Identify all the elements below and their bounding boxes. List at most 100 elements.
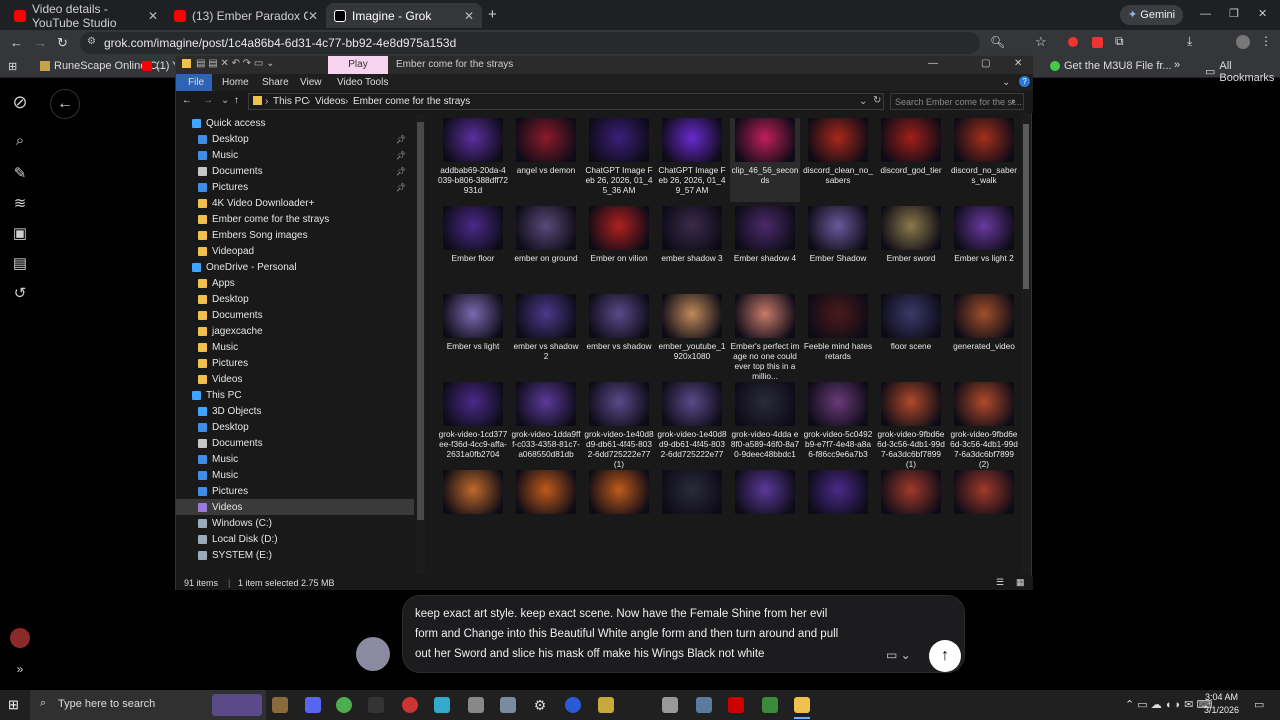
- minimize-icon[interactable]: —: [1200, 8, 1211, 20]
- file-item[interactable]: [657, 470, 727, 554]
- zoom-icon[interactable]: 🔍︎: [990, 35, 1005, 49]
- file-item[interactable]: [949, 470, 1018, 554]
- file-item[interactable]: grok-video-9fbd6e6d-3c56-4db1-99d7-6a3dc…: [876, 382, 946, 469]
- nav-item[interactable]: Music: [176, 451, 414, 467]
- bookmark-star-icon[interactable]: ☆: [1035, 34, 1047, 50]
- file-explorer-app-icon[interactable]: [794, 697, 810, 713]
- nav-item[interactable]: 3D Objects: [176, 403, 414, 419]
- maximize-icon[interactable]: ❐: [1229, 7, 1239, 20]
- nav-item[interactable]: OneDrive - Personal: [176, 259, 414, 275]
- voice-icon[interactable]: ≋: [11, 194, 29, 212]
- file-item[interactable]: [511, 470, 581, 554]
- file-item[interactable]: Ember vs light 2: [949, 206, 1018, 290]
- nav-item[interactable]: Windows (C:): [176, 515, 414, 531]
- app-icon[interactable]: [662, 697, 678, 713]
- file-item[interactable]: ember_youtube_1920x1080: [657, 294, 727, 378]
- file-item[interactable]: grok-video-1e40d8d9-db61-4f45-8032-6dd72…: [657, 382, 727, 466]
- chevron-down-icon[interactable]: ⌄: [1002, 77, 1010, 88]
- nav-item[interactable]: Quick access: [176, 115, 414, 131]
- file-item[interactable]: ember vs shadow: [584, 294, 654, 378]
- app-icon[interactable]: [402, 697, 418, 713]
- search-icon[interactable]: ⌕: [11, 132, 29, 150]
- send-button[interactable]: ↑: [929, 640, 961, 672]
- nav-item[interactable]: Embers Song images: [176, 227, 414, 243]
- tab-ember-paradox[interactable]: (13) Ember Paradox Come for th ✕: [166, 3, 326, 28]
- all-bookmarks[interactable]: ▭ All Bookmarks: [1205, 60, 1280, 84]
- forward-icon[interactable]: →: [34, 35, 47, 50]
- calculator-app-icon[interactable]: [696, 697, 712, 713]
- file-item[interactable]: [438, 470, 508, 554]
- file-item[interactable]: ember vs shadow 2: [511, 294, 581, 378]
- prompt-image-thumbnail[interactable]: [356, 637, 390, 671]
- nav-item[interactable]: Pictures: [176, 483, 414, 499]
- nav-item[interactable]: Music: [176, 339, 414, 355]
- ribbon-tab-view[interactable]: View: [300, 77, 322, 88]
- large-icons-view-icon[interactable]: ▦: [1016, 577, 1025, 588]
- file-item[interactable]: [803, 470, 873, 554]
- apps-grid-icon[interactable]: ⊞: [8, 60, 17, 73]
- nav-item[interactable]: Videos: [176, 371, 414, 387]
- file-item[interactable]: Ember Shadow: [803, 206, 873, 290]
- extensions-puzzle-icon[interactable]: ⧉: [1115, 34, 1124, 49]
- file-item[interactable]: clip_46_56_seconds: [730, 118, 800, 202]
- clock[interactable]: 3:04 AM 3/1/2026: [1204, 692, 1239, 715]
- app-icon[interactable]: [468, 697, 484, 713]
- close-window-icon[interactable]: ✕: [1258, 7, 1267, 20]
- file-item[interactable]: addbab69-20da-4039-b806-388dff72931d: [438, 118, 508, 202]
- nav-item[interactable]: SYSTEM (E:): [176, 547, 414, 563]
- gemini-button[interactable]: ✦ Gemini: [1120, 5, 1184, 25]
- breadcrumb-current-folder[interactable]: Ember come for the strays: [353, 96, 470, 107]
- back-button[interactable]: ←: [50, 89, 80, 119]
- video-mode-icon[interactable]: ▭ ⌄: [886, 648, 911, 662]
- forward-icon[interactable]: →: [203, 95, 213, 106]
- close-icon[interactable]: ✕: [148, 9, 158, 23]
- download-icon[interactable]: ⤓: [1187, 34, 1192, 49]
- nav-item[interactable]: Music: [176, 467, 414, 483]
- menu-dots-icon[interactable]: ⋮: [1260, 34, 1272, 48]
- app-icon[interactable]: [598, 697, 614, 713]
- nav-item[interactable]: Documents: [176, 307, 414, 323]
- tab-grok[interactable]: Imagine - Grok ✕: [326, 3, 482, 28]
- file-item[interactable]: ChatGPT Image Feb 26, 2026, 01_49_57 AM: [657, 118, 727, 202]
- capcut-app-icon[interactable]: [368, 697, 384, 713]
- file-item[interactable]: discord_god_tier: [876, 118, 946, 202]
- ribbon-tab-home[interactable]: Home: [222, 77, 249, 88]
- file-item[interactable]: grok-video-1cd377ee-f36d-4cc9-affa-2631a…: [438, 382, 508, 466]
- history-icon[interactable]: ↺: [11, 284, 29, 302]
- nav-item[interactable]: Desktop: [176, 291, 414, 307]
- nav-item[interactable]: Documents 📌︎: [176, 163, 414, 179]
- up-icon[interactable]: ↑: [234, 95, 239, 106]
- user-avatar[interactable]: [10, 628, 30, 648]
- app-icon[interactable]: [500, 697, 516, 713]
- minimize-icon[interactable]: —: [928, 58, 938, 69]
- edit-icon[interactable]: ✎: [11, 164, 29, 182]
- amd-app-icon[interactable]: [728, 697, 744, 713]
- app-icon[interactable]: [434, 697, 450, 713]
- nav-item[interactable]: Videos: [176, 499, 414, 515]
- ribbon-tab-file[interactable]: File: [188, 77, 204, 88]
- file-item[interactable]: grok-video-5c0492b9-e7f7-4e48-a8a6-f86cc…: [803, 382, 873, 466]
- file-item[interactable]: Ember sword: [876, 206, 946, 290]
- file-item[interactable]: discord_clean_no_sabers: [803, 118, 873, 202]
- nav-item[interactable]: Desktop: [176, 419, 414, 435]
- imagine-icon[interactable]: ▣: [11, 224, 29, 242]
- nav-item[interactable]: Pictures 📌︎: [176, 179, 414, 195]
- nav-item[interactable]: Apps: [176, 275, 414, 291]
- file-grid-scrollbar[interactable]: [1021, 114, 1031, 574]
- runescape-app-icon[interactable]: [272, 697, 288, 713]
- play-contextual-tab[interactable]: Play: [328, 56, 388, 74]
- nav-item[interactable]: This PC: [176, 387, 414, 403]
- file-item[interactable]: ChatGPT Image Feb 26, 2026, 01_45_36 AM: [584, 118, 654, 202]
- file-item[interactable]: [730, 470, 800, 554]
- chrome-app-icon[interactable]: [336, 697, 352, 713]
- url-bar[interactable]: ⚙ grok.com/imagine/post/1c4a86b4-6d31-4c…: [80, 32, 980, 54]
- file-item[interactable]: Ember on vilion: [584, 206, 654, 290]
- close-icon[interactable]: ✕: [464, 9, 474, 23]
- nav-item[interactable]: Desktop 📌︎: [176, 131, 414, 147]
- close-icon[interactable]: ✕: [308, 9, 318, 23]
- explorer-search-input[interactable]: Search Ember come for the st... ⌕: [890, 93, 1024, 110]
- file-item[interactable]: ember on ground: [511, 206, 581, 290]
- app-icon[interactable]: [762, 697, 778, 713]
- nav-item[interactable]: Documents: [176, 435, 414, 451]
- system-tray-icons[interactable]: ⌃ ▭ ☁ ◖ ◗ ✉ ⌨: [1125, 698, 1212, 711]
